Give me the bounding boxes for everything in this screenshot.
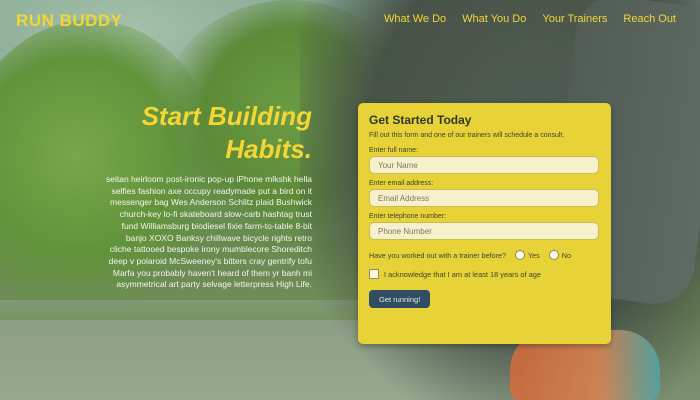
email-input[interactable] <box>369 189 599 208</box>
hero-heading-line-1: Start Building <box>141 101 312 131</box>
age-acknowledge-checkbox[interactable] <box>369 269 379 280</box>
radio-option-yes: Yes <box>515 250 540 261</box>
phone-label: Enter telephone number: <box>369 213 447 221</box>
radio-yes[interactable] <box>515 250 526 261</box>
email-label: Enter email address: <box>369 180 434 188</box>
form-intro: Fill out this form and one of our traine… <box>369 132 565 139</box>
hero-heading-line-2: Habits. <box>225 134 312 165</box>
name-label: Enter full name: <box>369 147 419 155</box>
radio-no-label: No <box>561 250 571 260</box>
nav-link-what-we-do[interactable]: What We Do <box>384 13 446 25</box>
get-started-form: Get Started Today Fill out this form and… <box>358 103 611 344</box>
trainer-question-row: Have you worked out with a trainer befor… <box>369 250 601 261</box>
main-nav: What We Do What You Do Your Trainers Rea… <box>384 13 676 25</box>
age-acknowledge-row: I acknowledge that I am at least 18 year… <box>369 269 601 280</box>
nav-link-reach-out[interactable]: Reach Out <box>623 13 676 25</box>
get-running-button[interactable]: Get running! <box>369 290 431 309</box>
phone-input[interactable] <box>369 222 599 241</box>
name-input[interactable] <box>369 156 599 175</box>
hero-body-text: seitan heirloom post-ironic pop-up iPhon… <box>106 174 312 290</box>
nav-link-what-you-do[interactable]: What You Do <box>462 13 526 25</box>
radio-yes-label: Yes <box>528 250 540 260</box>
trainer-question-label: Have you worked out with a trainer befor… <box>369 250 507 260</box>
hero-heading: Start Building Habits. <box>104 100 312 167</box>
site-header: RUN BUDDY What We Do What You Do Your Tr… <box>0 0 700 40</box>
radio-option-no: No <box>548 250 571 261</box>
nav-link-your-trainers[interactable]: Your Trainers <box>542 13 607 25</box>
radio-no[interactable] <box>548 250 559 261</box>
site-logo[interactable]: RUN BUDDY <box>16 11 123 31</box>
age-acknowledge-label: I acknowledge that I am at least 18 year… <box>384 269 541 279</box>
form-title: Get Started Today <box>369 113 472 127</box>
